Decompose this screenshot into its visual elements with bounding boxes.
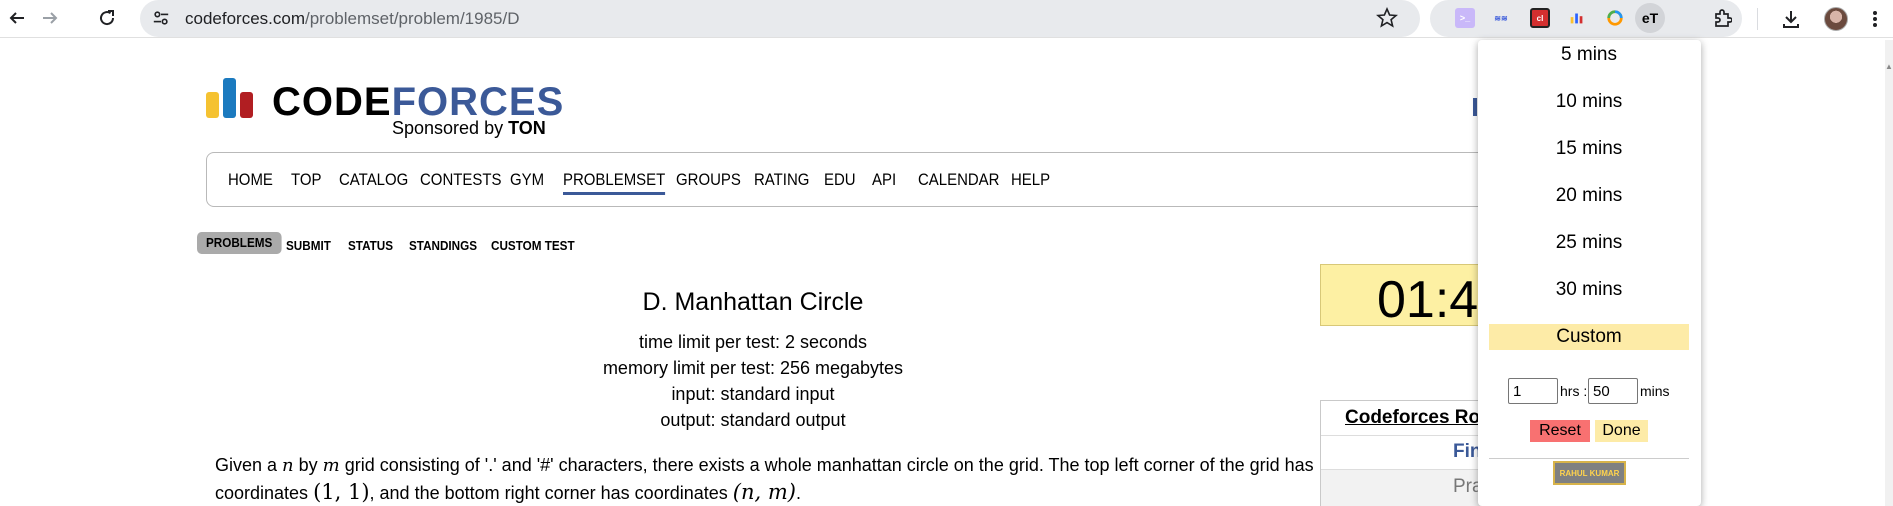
- memory-limit: memory limit per test: 256 megabytes: [602, 358, 904, 378]
- reload-icon: [100, 10, 115, 26]
- site-info-button[interactable]: [150, 7, 172, 29]
- logo-bar-blue: [223, 78, 236, 118]
- scroll-up-arrow-icon[interactable]: ▲: [1885, 62, 1893, 71]
- timer-option-custom[interactable]: Custom: [1489, 324, 1689, 350]
- forward-button[interactable]: [36, 4, 64, 32]
- url-host: codeforces.com: [185, 9, 305, 28]
- star-icon: [1376, 6, 1398, 28]
- input-spec: input: standard input: [671, 384, 835, 404]
- timer-extension-popup: 5 mins 10 mins 15 mins 20 mins 25 mins 30 min…: [1478, 40, 1701, 506]
- menu-item-rating[interactable]: RATING: [754, 170, 809, 190]
- back-button[interactable]: [3, 4, 31, 32]
- extensions-button[interactable]: [1712, 8, 1732, 28]
- sponsor-line: Sponsored by TON: [392, 118, 546, 139]
- extension-timer-button[interactable]: eT: [1635, 3, 1665, 33]
- menu-item-contests[interactable]: CONTESTS: [420, 170, 501, 190]
- menu-item-home[interactable]: HOME: [228, 170, 273, 190]
- downloads-button[interactable]: [1778, 6, 1804, 32]
- timer-option-30-mins[interactable]: 30 mins: [1489, 277, 1689, 303]
- submenu-submit[interactable]: SUBMIT: [286, 238, 331, 253]
- bar-chart-icon: [1570, 13, 1583, 24]
- extension-5-icon[interactable]: [1605, 8, 1625, 28]
- math-m: m: [322, 455, 340, 476]
- address-bar[interactable]: codeforces.com/problemset/problem/1985/D: [140, 0, 1420, 37]
- output-spec: output: standard output: [660, 410, 846, 430]
- reload-button[interactable]: [93, 4, 121, 32]
- arrow-right-icon: [43, 12, 58, 24]
- submenu-custom-test[interactable]: CUSTOM TEST: [491, 238, 575, 253]
- submenu-problems[interactable]: PROBLEMS: [197, 232, 282, 254]
- timer-option-5-mins[interactable]: 5 mins: [1489, 42, 1689, 68]
- menu-item-problemset[interactable]: PROBLEMSET: [563, 170, 666, 195]
- reset-button[interactable]: Reset: [1530, 420, 1590, 442]
- header-link-fragment[interactable]: [1473, 98, 1477, 116]
- minutes-input[interactable]: [1588, 378, 1638, 404]
- sidebar-round-row: Pra: [1321, 469, 1489, 506]
- download-icon: [1783, 11, 1799, 28]
- timer-display: 01:4: [1377, 271, 1479, 329]
- author-badge[interactable]: RAHUL KUMAR: [1553, 461, 1626, 485]
- bookmark-button[interactable]: [1376, 6, 1398, 29]
- custom-time-row: hrs : mins: [1508, 378, 1688, 404]
- timer-option-15-mins[interactable]: 15 mins: [1489, 136, 1689, 162]
- extensions-area: >_ ≋≋ cl eT: [1430, 0, 1742, 37]
- hours-label: hrs :: [1560, 383, 1588, 399]
- extension-2-icon[interactable]: ≋≋: [1491, 8, 1511, 28]
- sidebar-round-row: Fin: [1321, 435, 1489, 469]
- extension-1-icon[interactable]: >_: [1455, 8, 1475, 28]
- math-coord-top-left: (1, 1): [313, 480, 370, 504]
- arrow-left-icon: [9, 12, 24, 24]
- url-text[interactable]: codeforces.com/problemset/problem/1985/D: [185, 9, 520, 29]
- logo-bar-yellow: [206, 92, 219, 118]
- page-scrollbar[interactable]: [1885, 40, 1893, 506]
- statement-line-1: Given a n by m grid consisting of '.' an…: [215, 455, 1314, 476]
- author-badge-text: RAHUL KUMAR: [1559, 468, 1620, 478]
- url-path: /problemset/problem/1985/D: [305, 9, 520, 28]
- submenu-status[interactable]: STATUS: [348, 238, 393, 253]
- time-limit: time limit per test: 2 seconds: [638, 332, 868, 352]
- browser-menu-button[interactable]: [1862, 6, 1888, 32]
- sponsor-prefix: Sponsored by: [392, 118, 504, 138]
- logo-word-code: CODE: [272, 80, 392, 124]
- profile-avatar[interactable]: [1823, 6, 1849, 32]
- timer-widget: 01:4: [1320, 264, 1490, 329]
- menu-item-groups[interactable]: GROUPS: [676, 170, 741, 190]
- timer-option-20-mins[interactable]: 20 mins: [1489, 183, 1689, 209]
- tune-icon: [153, 11, 169, 25]
- extension-4-icon[interactable]: [1567, 8, 1587, 28]
- menu-item-gym[interactable]: GYM: [510, 170, 544, 190]
- sponsor-name: TON: [508, 118, 546, 138]
- avatar: [1824, 7, 1848, 31]
- menu-item-catalog[interactable]: CATALOG: [339, 170, 408, 190]
- kebab-menu-icon: [1873, 11, 1877, 27]
- toolbar-divider: [1757, 8, 1758, 30]
- sidebar-round-box: Codeforces Ro Fin Pra: [1320, 400, 1490, 506]
- submenu-standings[interactable]: STANDINGS: [409, 238, 477, 253]
- minutes-label: mins: [1640, 383, 1670, 399]
- menu-item-top[interactable]: TOP: [291, 170, 321, 190]
- timer-option-10-mins[interactable]: 10 mins: [1489, 89, 1689, 115]
- popup-divider: [1489, 458, 1689, 459]
- timer-option-25-mins[interactable]: 25 mins: [1489, 230, 1689, 256]
- math-coord-bottom-right: (n, m): [732, 480, 796, 504]
- statement-line-2: coordinates (1, 1), and the bottom right…: [215, 480, 801, 504]
- extension-timer-icon: eT: [1641, 10, 1659, 26]
- logo-bars-icon: [206, 78, 260, 118]
- extension-3-icon[interactable]: cl: [1530, 8, 1550, 28]
- problem-title: D. Manhattan Circle: [642, 288, 864, 316]
- hours-input[interactable]: [1508, 378, 1558, 404]
- browser-toolbar: codeforces.com/problemset/problem/1985/D…: [0, 0, 1893, 38]
- menu-item-api[interactable]: API: [872, 170, 896, 190]
- puzzle-icon: [1715, 9, 1732, 27]
- menu-item-help[interactable]: HELP: [1011, 170, 1050, 190]
- sidebar-round-title[interactable]: Codeforces Ro: [1345, 407, 1480, 429]
- logo-bar-red: [240, 92, 253, 118]
- menu-item-edu[interactable]: EDU: [824, 170, 856, 190]
- done-button[interactable]: Done: [1595, 420, 1648, 442]
- ring-icon: [1607, 10, 1623, 26]
- math-n: n: [282, 455, 294, 476]
- menu-item-calendar[interactable]: CALENDAR: [918, 170, 999, 190]
- problem-statement: Given a n by m grid consisting of '.' an…: [215, 452, 1315, 506]
